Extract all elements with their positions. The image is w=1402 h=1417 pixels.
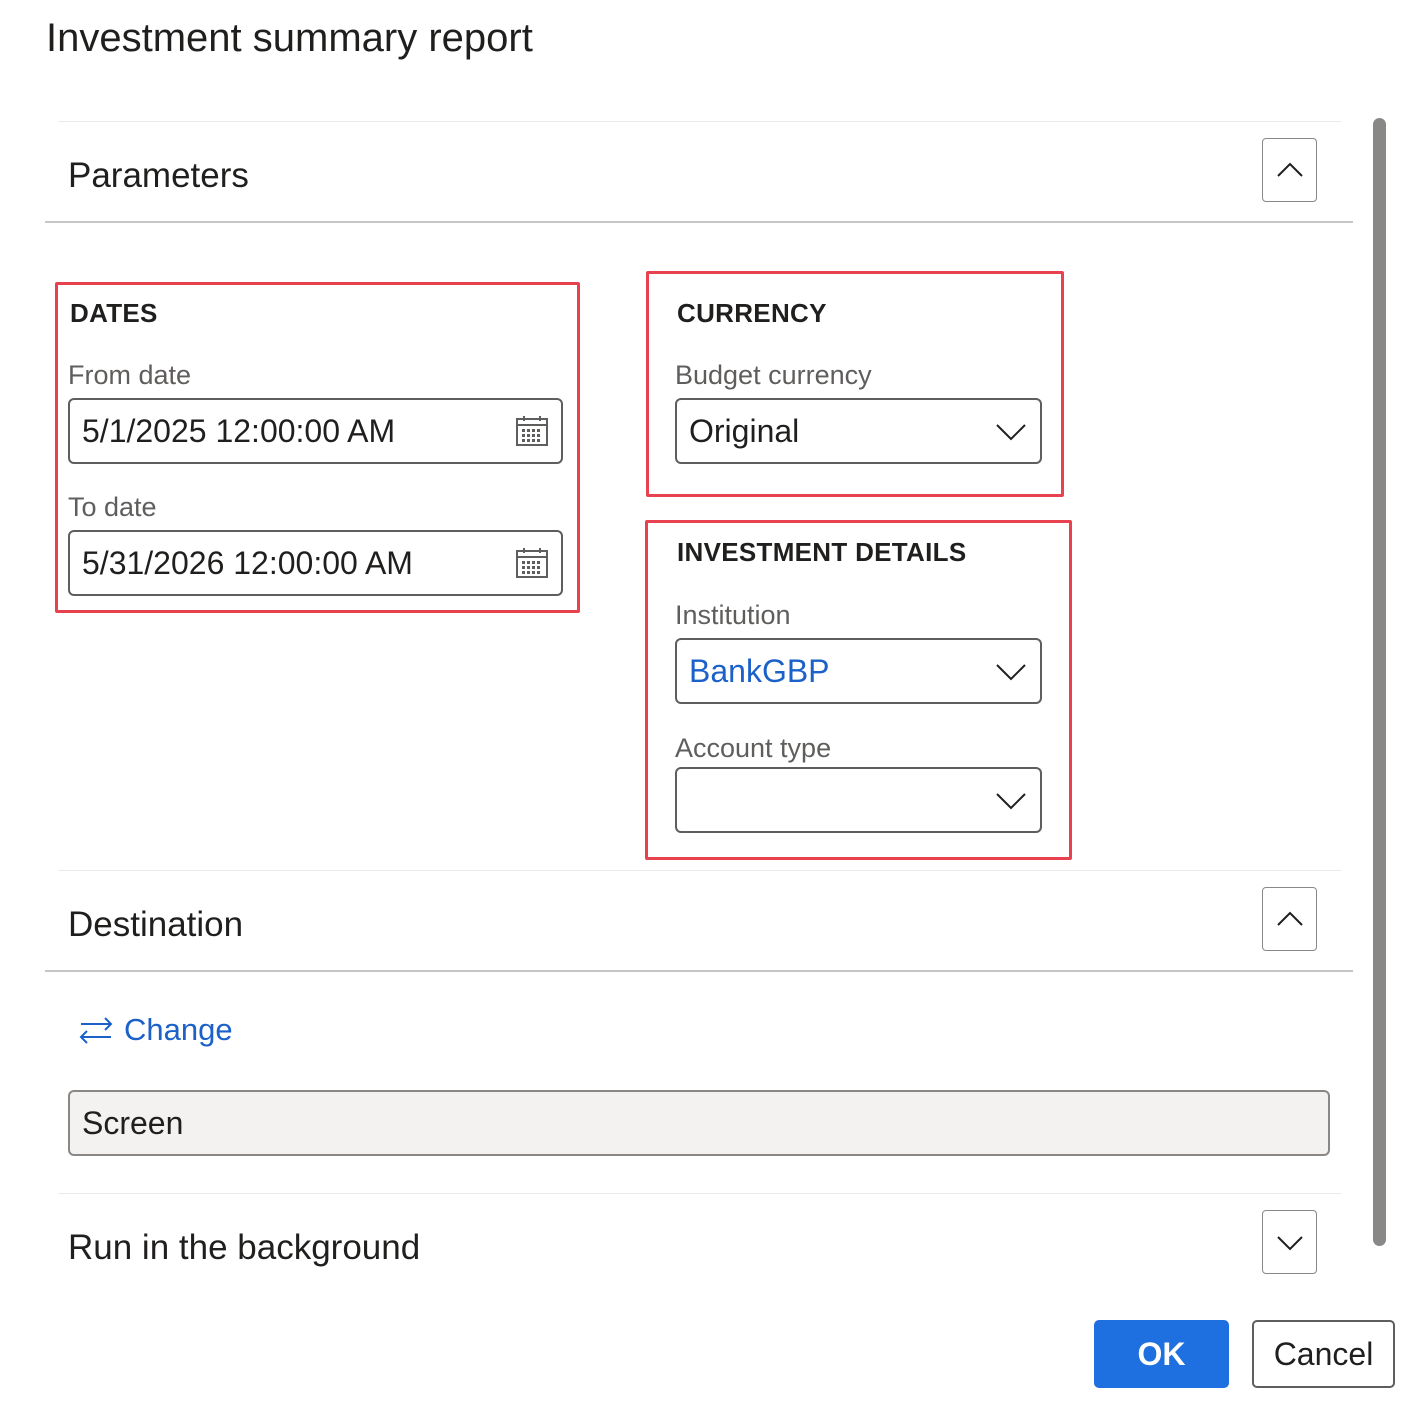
from-date-field[interactable]: 5/1/2025 12:00:00 AM xyxy=(68,398,563,464)
run-in-background-expand-button[interactable] xyxy=(1262,1210,1317,1274)
parameters-title[interactable]: Parameters xyxy=(68,154,249,198)
destination-value-field: Screen xyxy=(68,1090,1330,1156)
section-underline xyxy=(45,221,1353,223)
account-type-label: Account type xyxy=(675,733,832,763)
calendar-icon[interactable] xyxy=(515,546,549,580)
to-date-field[interactable]: 5/31/2026 12:00:00 AM xyxy=(68,530,563,596)
cancel-button[interactable]: Cancel xyxy=(1252,1320,1395,1388)
section-divider xyxy=(58,1193,1341,1194)
chevron-down-icon xyxy=(1276,1236,1303,1251)
chevron-up-icon xyxy=(1276,911,1303,926)
from-date-label: From date xyxy=(68,360,192,390)
change-destination-link[interactable]: Change xyxy=(78,1012,233,1048)
budget-currency-select[interactable]: Original xyxy=(675,398,1042,464)
chevron-down-icon[interactable] xyxy=(994,654,1028,688)
section-divider xyxy=(58,870,1341,871)
chevron-down-icon[interactable] xyxy=(994,783,1028,817)
chevron-down-icon[interactable] xyxy=(994,414,1028,448)
swap-arrows-icon xyxy=(79,1017,113,1044)
chevron-up-icon xyxy=(1276,162,1303,177)
from-date-value[interactable]: 5/1/2025 12:00:00 AM xyxy=(82,413,515,450)
ok-button[interactable]: OK xyxy=(1094,1320,1229,1388)
institution-label: Institution xyxy=(675,600,791,630)
dialog-title: Investment summary report xyxy=(46,16,533,60)
dates-group-title: DATES xyxy=(70,298,158,328)
institution-select[interactable]: BankGBP xyxy=(675,638,1042,704)
calendar-icon[interactable] xyxy=(515,414,549,448)
currency-group-title: CURRENCY xyxy=(677,298,827,328)
section-divider xyxy=(58,121,1341,122)
parameters-collapse-button[interactable] xyxy=(1262,138,1317,202)
account-type-select[interactable] xyxy=(675,767,1042,833)
destination-value: Screen xyxy=(82,1104,184,1141)
to-date-value[interactable]: 5/31/2026 12:00:00 AM xyxy=(82,545,515,582)
vertical-scrollbar[interactable] xyxy=(1373,118,1386,1246)
destination-collapse-button[interactable] xyxy=(1262,887,1317,951)
section-underline xyxy=(45,970,1353,972)
budget-currency-label: Budget currency xyxy=(675,360,872,390)
investment-details-group-title: INVESTMENT DETAILS xyxy=(677,537,967,567)
budget-currency-value[interactable]: Original xyxy=(689,413,994,450)
institution-value[interactable]: BankGBP xyxy=(689,653,994,690)
destination-title[interactable]: Destination xyxy=(68,903,243,947)
change-link-label[interactable]: Change xyxy=(124,1012,233,1048)
to-date-label: To date xyxy=(68,492,157,522)
run-in-background-title[interactable]: Run in the background xyxy=(68,1226,420,1270)
